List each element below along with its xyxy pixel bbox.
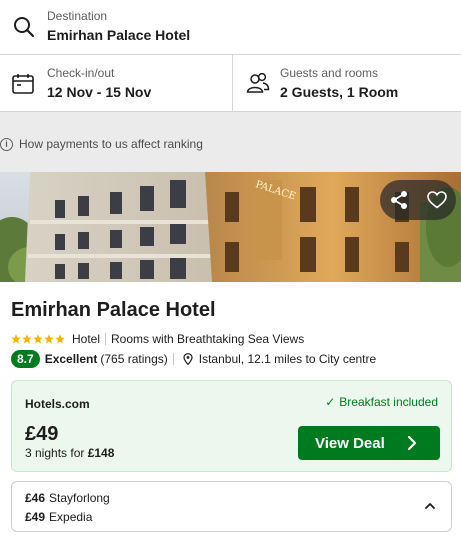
review-score-badge: 8.7 <box>11 350 40 368</box>
alt-deal-price: £46 <box>25 491 46 505</box>
people-icon <box>246 72 270 93</box>
dates-label: Check-in/out <box>47 66 115 80</box>
info-icon: i <box>0 137 13 151</box>
alt-deal-row: £46 Stayforlong <box>25 491 110 505</box>
search-panel: Destination Emirhan Palace Hotel Check-i… <box>0 0 461 112</box>
view-deal-button[interactable]: View Deal <box>298 426 440 460</box>
deal-price: £49 <box>25 423 59 445</box>
photo-actions <box>380 180 456 220</box>
guests-field[interactable]: Guests and rooms 2 Guests, 1 Room <box>233 55 461 112</box>
dates-value: 12 Nov - 15 Nov <box>47 84 152 100</box>
destination-value: Emirhan Palace Hotel <box>47 27 191 43</box>
star-icon <box>11 334 21 344</box>
chevron-right-icon <box>407 435 417 451</box>
alt-deal-provider: Stayforlong <box>49 491 110 505</box>
alt-deal-price: £49 <box>25 510 46 524</box>
breakfast-text: Breakfast included <box>339 395 438 409</box>
chevron-up-icon[interactable] <box>424 501 436 511</box>
alt-deal-provider: Expedia <box>49 510 93 524</box>
guests-value: 2 Guests, 1 Room <box>280 84 399 100</box>
view-deal-label: View Deal <box>315 434 385 452</box>
review-score-label: Excellent <box>44 352 98 366</box>
dates-field[interactable]: Check-in/out 12 Nov - 15 Nov <box>0 55 233 112</box>
destination-field[interactable]: Destination Emirhan Palace Hotel <box>0 0 461 55</box>
alternative-deals[interactable]: £46 Stayforlong £49 Expedia <box>11 481 452 532</box>
divider <box>172 353 174 365</box>
nights-total-price: £148 <box>87 446 115 460</box>
hotel-tagline: Rooms with Breathtaking Sea Views <box>111 332 305 346</box>
deal-provider: Hotels.com <box>25 397 90 411</box>
divider <box>105 333 107 345</box>
heart-icon <box>427 191 447 209</box>
nights-prefix: 3 nights for <box>25 446 88 460</box>
location-pin-icon <box>183 353 193 365</box>
hotel-meta: Hotel Rooms with Breathtaking Sea Views <box>11 332 304 346</box>
star-icon <box>22 334 32 344</box>
hotel-name[interactable]: Emirhan Palace Hotel <box>11 299 216 322</box>
hotel-location: Istanbul, 12.1 miles to City centre <box>198 352 377 366</box>
share-button[interactable] <box>384 185 414 215</box>
star-icon <box>44 334 54 344</box>
ratings-count: (765 ratings) <box>100 352 168 366</box>
destination-label: Destination <box>47 9 108 23</box>
ranking-info-text: How payments to us affect ranking <box>19 137 203 151</box>
rating-row: 8.7 Excellent (765 ratings) Istanbul, 12… <box>11 350 376 368</box>
search-icon <box>14 17 35 38</box>
star-rating <box>11 334 66 344</box>
alt-deal-row: £49 Expedia <box>25 510 92 524</box>
nights-total: 3 nights for £148 <box>25 446 114 460</box>
share-icon <box>391 191 407 209</box>
hotel-type: Hotel <box>72 332 101 346</box>
check-icon: ✓ <box>325 395 336 409</box>
star-icon <box>33 334 43 344</box>
breakfast-badge: ✓ Breakfast included <box>325 395 438 409</box>
ranking-info-link[interactable]: i How payments to us affect ranking <box>0 136 203 152</box>
top-deal-card[interactable]: Hotels.com ✓ Breakfast included £49 3 ni… <box>11 380 452 472</box>
star-icon <box>55 334 65 344</box>
calendar-icon <box>12 74 34 94</box>
favorite-button[interactable] <box>422 185 452 215</box>
guests-label: Guests and rooms <box>280 66 379 80</box>
